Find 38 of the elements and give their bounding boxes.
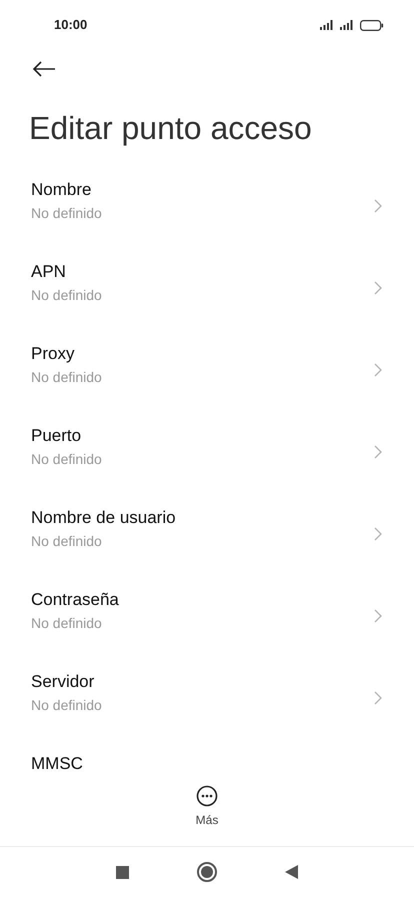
recents-button[interactable] [116,866,128,878]
settings-item[interactable]: Nombre de usuario No definido [0,493,414,575]
settings-item[interactable]: Servidor No definido [0,657,414,739]
item-value: No definido [31,286,102,304]
item-value: No definido [31,368,102,386]
item-value: No definido [31,450,102,468]
item-label: Proxy [31,344,76,364]
chevron-right-icon [374,363,382,377]
chevron-right-icon [374,281,382,295]
more-icon [196,785,218,807]
item-value: No definido [31,532,103,550]
item-label: Nombre [31,180,92,200]
item-label: Nombre de usuario [31,508,176,528]
settings-item[interactable]: APN No definido [0,247,414,329]
item-label: Contraseña [31,590,119,610]
item-value: No definido [31,204,102,222]
battery-icon [360,20,384,30]
page-title: Editar punto acceso [29,112,312,144]
settings-item[interactable]: Proxy No definido [0,329,414,411]
chevron-right-icon [374,199,382,213]
chevron-right-icon [374,527,382,541]
item-label: Servidor [31,672,96,692]
settings-item[interactable]: MMSC [0,739,414,775]
settings-item[interactable]: Contraseña No definido [0,575,414,657]
chevron-right-icon [374,691,382,705]
more-button[interactable]: Más [196,785,218,829]
chevron-right-icon [374,445,382,459]
item-label: MMSC [31,754,83,774]
status-time: 10:00 [54,16,88,34]
settings-item[interactable]: Puerto No definido [0,411,414,493]
item-label: Puerto [31,426,82,446]
item-value: No definido [31,696,102,714]
item-value: No definido [31,614,103,632]
item-label: APN [31,262,67,282]
nav-back-button[interactable] [284,865,298,879]
chevron-right-icon [374,609,382,623]
settings-item[interactable]: Nombre No definido [0,165,414,247]
home-button[interactable] [196,862,216,882]
